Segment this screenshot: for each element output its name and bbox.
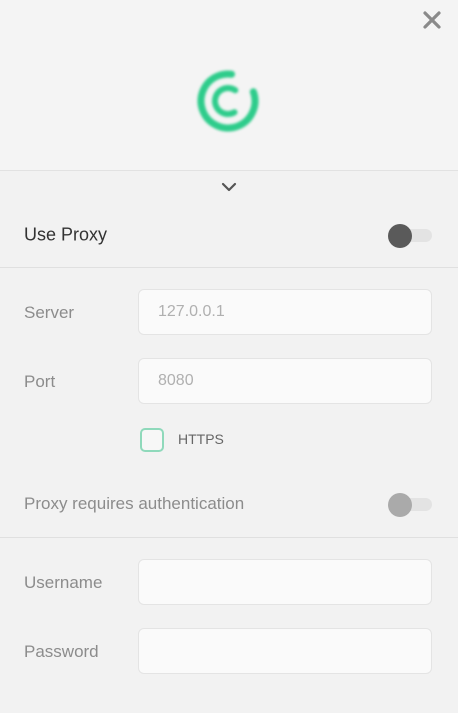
password-input[interactable] [138, 628, 432, 674]
auth-label: Proxy requires authentication [24, 494, 245, 513]
use-proxy-label: Use Proxy [24, 224, 108, 245]
auth-toggle[interactable] [388, 493, 434, 517]
server-label: Server [24, 303, 75, 322]
password-label: Password [24, 642, 99, 661]
https-label: HTTPS [178, 431, 224, 447]
username-label: Username [24, 573, 103, 592]
divider [0, 537, 458, 538]
port-label: Port [24, 372, 56, 391]
spinner-logo-icon [195, 68, 261, 134]
username-input[interactable] [138, 559, 432, 605]
use-proxy-toggle[interactable] [388, 224, 434, 248]
port-input[interactable] [138, 358, 432, 404]
chevron-down-icon[interactable] [221, 180, 237, 192]
https-checkbox[interactable] [140, 428, 164, 452]
server-input[interactable] [138, 289, 432, 335]
divider [0, 267, 458, 268]
use-proxy-row: Use Proxy [0, 207, 458, 263]
toggle-knob [388, 493, 412, 517]
header [0, 0, 458, 170]
close-icon[interactable] [420, 8, 444, 32]
auth-row: Proxy requires authentication [0, 476, 458, 532]
toggle-knob [388, 224, 412, 248]
proxy-settings-panel: Use Proxy Server Port HTTPS Proxy requir… [0, 170, 458, 713]
